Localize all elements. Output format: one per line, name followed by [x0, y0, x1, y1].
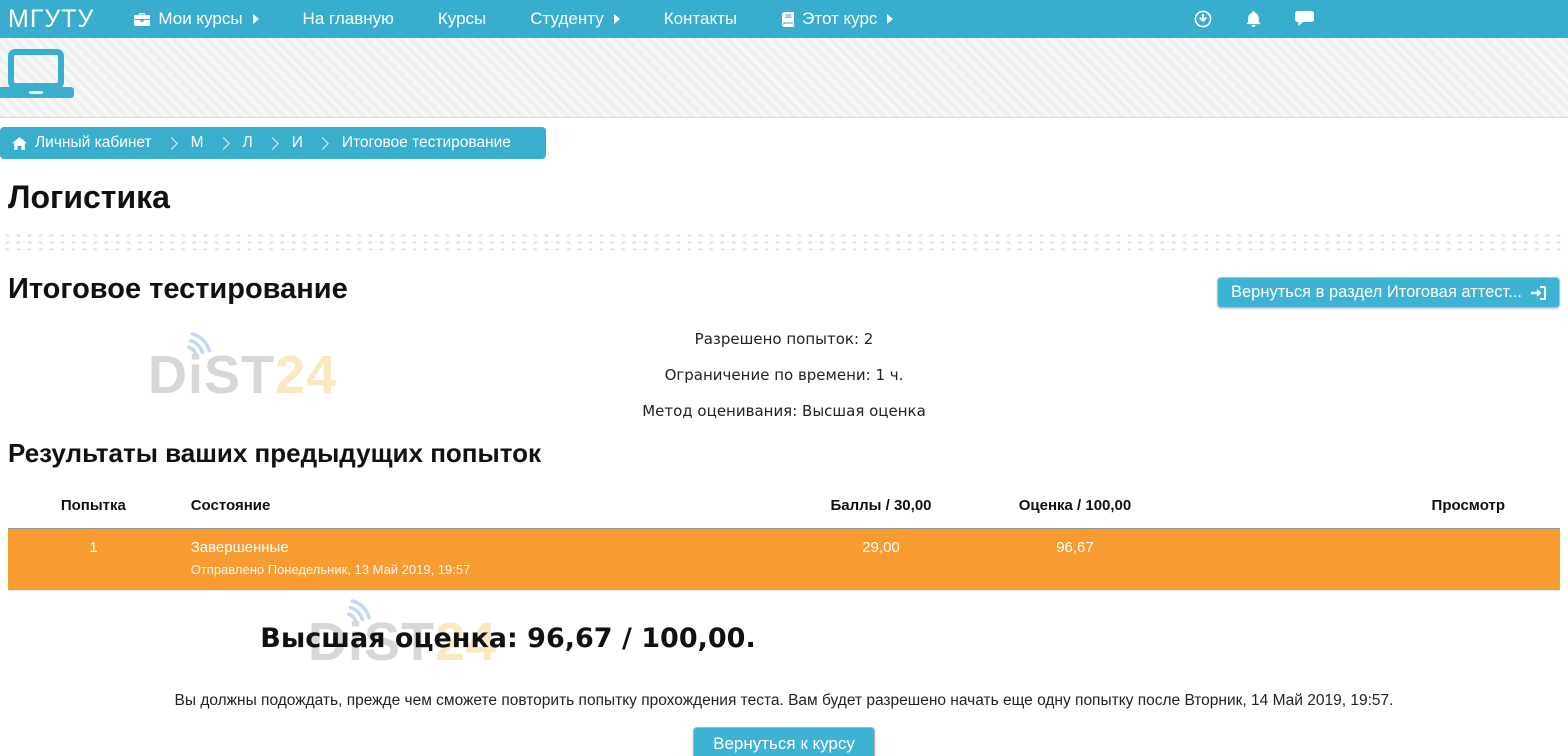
col-header-grade: Оценка / 100,00	[986, 485, 1164, 529]
chevron-right-icon	[316, 137, 329, 150]
quiz-info: Разрешено попыток: 2 Ограничение по врем…	[8, 330, 1560, 420]
final-grade-section: DiST24 Высшая оценка: 96,67 / 100,00.	[8, 623, 1008, 654]
nav-item-label: Студенту	[530, 9, 603, 29]
breadcrumb-item-i[interactable]: И	[292, 134, 303, 152]
col-header-review: Просмотр	[1164, 485, 1560, 529]
attempt-submitted-date: Отправлено Понедельник, 13 Май 2019, 19:…	[191, 562, 769, 577]
nav-student[interactable]: Студенту	[530, 9, 619, 29]
chevron-right-icon	[217, 137, 230, 150]
nav-home[interactable]: На главную	[303, 9, 394, 29]
page-title: Логистика	[8, 179, 1560, 216]
chat-icon[interactable]	[1295, 11, 1314, 27]
chevron-right-icon	[266, 137, 279, 150]
quiz-info-time-limit: Ограничение по времени: 1 ч.	[8, 366, 1560, 384]
caret-right-icon	[253, 14, 259, 24]
brand-logo[interactable]: МГУТУ	[0, 5, 108, 34]
attempt-state: Завершенные	[191, 539, 769, 556]
chevron-right-icon	[165, 137, 178, 150]
back-to-course-button[interactable]: Вернуться к курсу	[693, 727, 875, 756]
nav-this-course[interactable]: Этот курс	[781, 9, 893, 29]
breadcrumb-item-dashboard[interactable]: Личный кабинет	[35, 134, 152, 152]
caret-right-icon	[614, 14, 620, 24]
nav-my-courses[interactable]: Мои курсы	[134, 9, 258, 29]
breadcrumb-item-l[interactable]: Л	[243, 134, 253, 152]
wifi-arcs-icon	[338, 587, 386, 625]
attempt-state-cell: Завершенные Отправлено Понедельник, 13 М…	[179, 529, 777, 591]
attempts-table: Попытка Состояние Баллы / 30,00 Оценка /…	[8, 485, 1560, 591]
sign-in-arrow-icon	[1531, 286, 1546, 300]
main-content: DiST24 Итоговое тестирование Вернуться в…	[0, 251, 1568, 756]
dotted-divider	[0, 230, 1568, 251]
attempt-marks-cell: 29,00	[776, 529, 986, 591]
nav-item-label: Контакты	[664, 9, 737, 29]
breadcrumb: Личный кабинет М Л И Итоговое тестирован…	[0, 127, 546, 159]
back-to-section-label: Вернуться в раздел Итоговая аттест...	[1231, 283, 1522, 302]
circle-arrow-down-icon[interactable]	[1194, 10, 1212, 28]
breadcrumb-item-current: Итоговое тестирование	[342, 134, 511, 152]
breadcrumb-item-m[interactable]: М	[191, 134, 204, 152]
header-banner	[0, 38, 1568, 118]
results-heading: Результаты ваших предыдущих попыток	[8, 438, 1560, 469]
retry-wait-text: Вы должны подождать, прежде чем сможете …	[8, 692, 1560, 710]
caret-right-icon	[887, 14, 893, 24]
briefcase-icon	[134, 13, 150, 26]
navbar-icon-group	[1194, 10, 1314, 28]
col-header-state: Состояние	[179, 485, 777, 529]
attempt-review-cell	[1164, 529, 1560, 591]
laptop-screen	[8, 49, 64, 89]
nav-item-label: Курсы	[438, 9, 486, 29]
book-icon	[781, 12, 794, 27]
laptop-notch	[29, 91, 43, 94]
bell-icon[interactable]	[1245, 11, 1262, 28]
attempts-table-header: Попытка Состояние Баллы / 30,00 Оценка /…	[8, 485, 1560, 529]
nav-courses[interactable]: Курсы	[438, 9, 486, 29]
top-navbar: МГУТУ Мои курсы На главную Курсы Студент…	[0, 0, 1568, 38]
quiz-header: Итоговое тестирование Вернуться в раздел…	[8, 273, 1560, 308]
nav-item-label: Мои курсы	[158, 9, 242, 29]
final-grade-text: Высшая оценка: 96,67 / 100,00.	[8, 623, 1008, 654]
nav-item-label: На главную	[303, 9, 394, 29]
col-header-attempt: Попытка	[8, 485, 179, 529]
attempt-row: 1 Завершенные Отправлено Понедельник, 13…	[8, 529, 1560, 591]
quiz-info-attempts-allowed: Разрешено попыток: 2	[8, 330, 1560, 348]
nav-item-label: Этот курс	[802, 9, 877, 29]
home-icon[interactable]	[12, 137, 27, 150]
attempt-grade-cell: 96,67	[986, 529, 1164, 591]
attempt-number-cell: 1	[8, 529, 179, 591]
back-to-section-button[interactable]: Вернуться в раздел Итоговая аттест...	[1217, 277, 1560, 308]
quiz-title: Итоговое тестирование	[8, 273, 348, 306]
col-header-marks: Баллы / 30,00	[776, 485, 986, 529]
nav-contacts[interactable]: Контакты	[664, 9, 737, 29]
quiz-info-grading-method: Метод оценивания: Высшая оценка	[8, 402, 1560, 420]
